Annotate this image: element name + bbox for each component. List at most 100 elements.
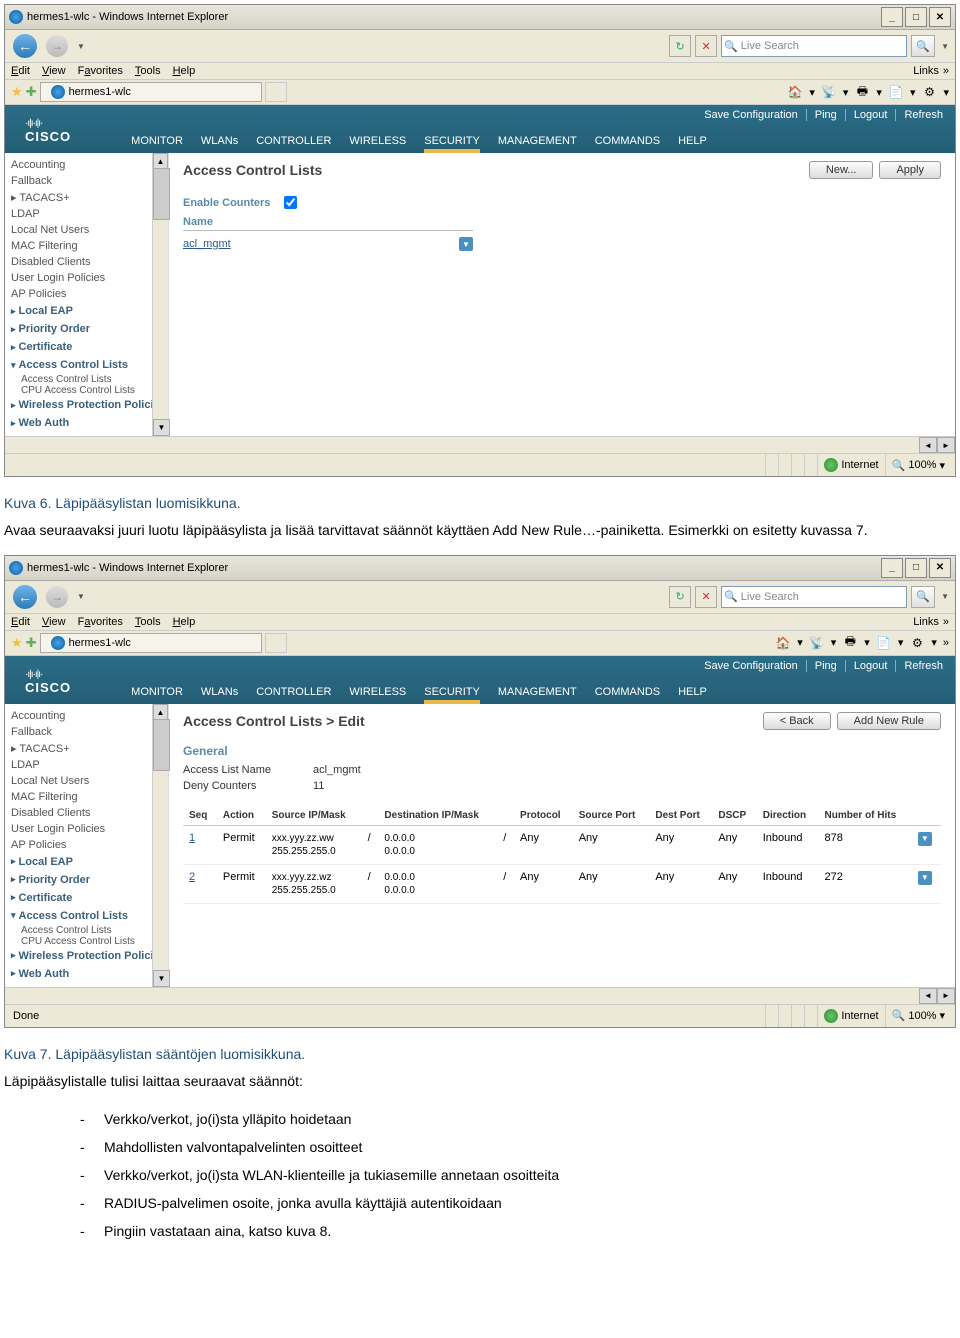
side-accounting[interactable]: Accounting (11, 708, 166, 724)
nav-help[interactable]: HELP (678, 686, 707, 698)
nav-wireless[interactable]: WIRELESS (349, 686, 406, 698)
feeds-icon[interactable]: 📡 (809, 635, 825, 651)
link-save-config[interactable]: Save Configuration (704, 109, 798, 121)
search-input[interactable]: 🔍 Live Search (721, 586, 907, 608)
link-logout[interactable]: Logout (845, 660, 888, 672)
nav-history-dropdown-icon[interactable]: ▼ (77, 592, 85, 601)
new-tab-button[interactable] (265, 82, 287, 102)
home-icon[interactable]: 🏠 (787, 84, 803, 100)
page-icon[interactable]: 📄 (888, 84, 904, 100)
side-mac[interactable]: MAC Filtering (11, 789, 166, 805)
forward-button[interactable]: → (43, 33, 71, 59)
side-localeap[interactable]: Local EAP (11, 302, 166, 320)
hscrollbar-2[interactable]: ◄ ► (5, 987, 955, 1004)
acl-dropdown-icon[interactable]: ▼ (459, 237, 473, 251)
rule-dropdown-icon[interactable]: ▼ (918, 832, 932, 846)
back-button[interactable]: < Back (763, 712, 831, 730)
link-ping[interactable]: Ping (806, 109, 837, 121)
minimize-button[interactable]: _ (881, 7, 903, 27)
refresh-icon[interactable]: ↻ (669, 586, 691, 608)
nav-controller[interactable]: CONTROLLER (256, 135, 331, 147)
side-fallback[interactable]: Fallback (11, 724, 166, 740)
side-accounting[interactable]: Accounting (11, 157, 166, 173)
status-zoom[interactable]: 🔍 100% ▾ (885, 1005, 951, 1027)
nav-wlans[interactable]: WLANs (201, 686, 238, 698)
side-acl-sub2[interactable]: CPU Access Control Lists (11, 936, 166, 947)
maximize-button[interactable]: □ (905, 7, 927, 27)
back-button[interactable]: ← (11, 584, 39, 610)
nav-monitor[interactable]: MONITOR (131, 135, 183, 147)
nav-commands[interactable]: COMMANDS (595, 686, 660, 698)
side-appolicies[interactable]: AP Policies (11, 286, 166, 302)
acl-link[interactable]: acl_mgmt (183, 238, 231, 250)
side-fallback[interactable]: Fallback (11, 173, 166, 189)
side-acl-sub1[interactable]: Access Control Lists (11, 374, 166, 385)
tools-icon[interactable]: ⚙ (921, 84, 937, 100)
side-appolicies[interactable]: AP Policies (11, 837, 166, 853)
side-priority[interactable]: Priority Order (11, 320, 166, 338)
menu-view[interactable]: View (42, 65, 66, 77)
side-localnet[interactable]: Local Net Users (11, 222, 166, 238)
print-icon[interactable]: 🖶 (842, 635, 858, 651)
scroll-thumb[interactable] (153, 719, 170, 771)
nav-commands[interactable]: COMMANDS (595, 135, 660, 147)
menu-help[interactable]: Help (173, 616, 196, 628)
scroll-thumb[interactable] (153, 168, 170, 220)
nav-security[interactable]: SECURITY (424, 135, 480, 153)
hscroll-left-icon[interactable]: ◄ (919, 437, 937, 453)
new-tab-button[interactable] (265, 633, 287, 653)
rule-dropdown-icon[interactable]: ▼ (918, 871, 932, 885)
side-ldap[interactable]: LDAP (11, 206, 166, 222)
search-go-button[interactable]: 🔍 (911, 586, 935, 608)
favorites-star-icon[interactable]: ★ (11, 635, 23, 651)
hscroll-left-icon[interactable]: ◄ (919, 988, 937, 1004)
side-wireless-prot[interactable]: Wireless Protection Policies (11, 947, 166, 965)
nav-monitor[interactable]: MONITOR (131, 686, 183, 698)
search-options-dropdown-icon[interactable]: ▼ (941, 42, 949, 51)
menu-favorites[interactable]: Favorites (78, 616, 123, 628)
search-input[interactable]: 🔍 Live Search (721, 35, 907, 57)
side-acl[interactable]: Access Control Lists (11, 356, 166, 374)
hscroll-right-icon[interactable]: ► (937, 988, 955, 1004)
page-icon[interactable]: 📄 (876, 635, 892, 651)
sidebar-scrollbar[interactable]: ▲ ▼ (152, 153, 168, 436)
add-favorite-icon[interactable]: ✚ (26, 84, 37, 100)
nav-help[interactable]: HELP (678, 135, 707, 147)
menu-help[interactable]: Help (173, 65, 196, 77)
status-zoom[interactable]: 🔍 100% ▾ (885, 454, 951, 476)
menu-edit[interactable]: Edit (11, 65, 30, 77)
nav-history-dropdown-icon[interactable]: ▼ (77, 42, 85, 51)
stop-icon[interactable]: ✕ (695, 35, 717, 57)
nav-management[interactable]: MANAGEMENT (498, 686, 577, 698)
side-acl[interactable]: Access Control Lists (11, 907, 166, 925)
nav-wlans[interactable]: WLANs (201, 135, 238, 147)
browser-tab[interactable]: hermes1-wlc (40, 82, 262, 102)
nav-wireless[interactable]: WIRELESS (349, 135, 406, 147)
menu-tools[interactable]: Tools (135, 616, 161, 628)
links-label[interactable]: Links (913, 616, 939, 628)
search-go-button[interactable]: 🔍 (911, 35, 935, 57)
side-userlogin[interactable]: User Login Policies (11, 270, 166, 286)
menu-favorites[interactable]: Favorites (78, 65, 123, 77)
link-save-config[interactable]: Save Configuration (704, 660, 798, 672)
side-localnet[interactable]: Local Net Users (11, 773, 166, 789)
stop-icon[interactable]: ✕ (695, 586, 717, 608)
maximize-button[interactable]: □ (905, 558, 927, 578)
side-disabled[interactable]: Disabled Clients (11, 254, 166, 270)
close-button[interactable]: ✕ (929, 7, 951, 27)
side-webauth[interactable]: Web Auth (11, 414, 166, 432)
side-acl-sub2[interactable]: CPU Access Control Lists (11, 385, 166, 396)
side-webauth[interactable]: Web Auth (11, 965, 166, 983)
link-refresh[interactable]: Refresh (895, 660, 943, 672)
menu-tools[interactable]: Tools (135, 65, 161, 77)
side-priority[interactable]: Priority Order (11, 871, 166, 889)
back-button[interactable]: ← (11, 33, 39, 59)
side-mac[interactable]: MAC Filtering (11, 238, 166, 254)
feeds-icon[interactable]: 📡 (821, 84, 837, 100)
link-logout[interactable]: Logout (845, 109, 888, 121)
side-ldap[interactable]: LDAP (11, 757, 166, 773)
side-userlogin[interactable]: User Login Policies (11, 821, 166, 837)
enable-counters-checkbox[interactable] (284, 196, 297, 209)
nav-controller[interactable]: CONTROLLER (256, 686, 331, 698)
side-tacacs[interactable]: ▸ TACACS+ (11, 740, 166, 757)
